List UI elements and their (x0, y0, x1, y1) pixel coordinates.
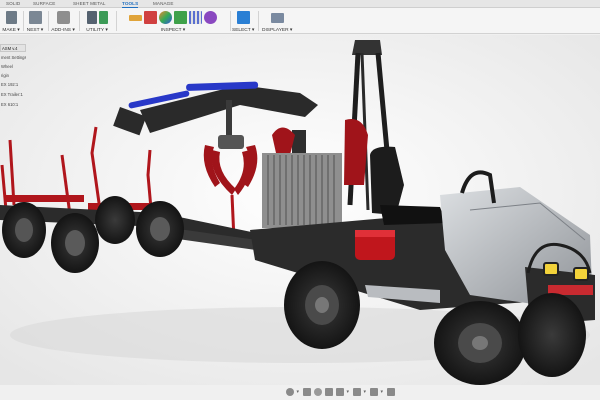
grid-snap-icon[interactable] (369, 387, 378, 396)
tab-tools[interactable]: TOOLS (122, 0, 139, 8)
forestry-tractor-model[interactable] (0, 35, 600, 385)
select-group[interactable]: SELECT ▾ (232, 9, 254, 34)
chevron-down-icon[interactable]: ▾ (381, 388, 384, 396)
ribbon-divider (230, 11, 231, 31)
tab-manage[interactable]: MANAGE (153, 0, 174, 8)
look-at-icon[interactable] (302, 387, 311, 396)
display-monitor-icon (270, 13, 284, 23)
display-settings-icon[interactable] (352, 387, 361, 396)
chevron-down-icon[interactable]: ▾ (364, 388, 367, 396)
chevron-down-icon[interactable]: ▾ (297, 388, 300, 396)
browser-root-item[interactable]: ASM v.4 (0, 44, 26, 52)
browser-item-wheel[interactable]: Wheel (0, 63, 26, 71)
ribbon-divider (48, 11, 49, 31)
ribbon-divider (116, 11, 117, 31)
curvature-comb-icon (159, 11, 172, 24)
utility-menu[interactable]: UTILITY ▾ (82, 28, 112, 33)
addins-group[interactable]: ADD-INS ▾ (50, 9, 76, 34)
add-ins-menu[interactable]: ADD-INS ▾ (50, 28, 76, 33)
chevron-down-icon[interactable]: ▾ (347, 388, 350, 396)
tab-surface[interactable]: SURFACE (33, 0, 55, 8)
ribbon-toolbar: MAKE ▾ NEST ▾ ADD-INS ▾ UTILITY ▾ INSPEC… (0, 8, 600, 34)
inspect-group[interactable]: INSPECT ▾ (118, 9, 228, 34)
browser-item-ex-trailer[interactable]: EX Trailer:1 (0, 91, 26, 99)
workspace-tab-bar: SOLID SURFACE SHEET METAL TOOLS MANAGE (0, 0, 600, 8)
pan-hand-icon[interactable] (313, 387, 322, 396)
viewports-icon[interactable] (386, 387, 395, 396)
orbit-icon[interactable] (285, 387, 294, 396)
make-menu[interactable]: MAKE ▾ (0, 28, 22, 33)
browser-item-ex-192[interactable]: EX 192:1 (0, 81, 26, 89)
nest-menu[interactable]: NEST ▾ (24, 28, 46, 33)
3d-print-icon (5, 11, 17, 24)
navigation-bar: ▾ ▾ ▾ ▾ (280, 386, 400, 397)
nest-icon (28, 11, 42, 24)
measure-icon (129, 15, 142, 21)
fit-icon[interactable] (335, 387, 344, 396)
tab-sheet-metal[interactable]: SHEET METAL (73, 0, 106, 8)
inspect-menu[interactable]: INSPECT ▾ (118, 28, 228, 33)
display-menu[interactable]: DISPLAYER ▾ (262, 28, 292, 33)
browser-item-ex-610[interactable]: EX 610:1 (0, 101, 26, 109)
tab-solid[interactable]: SOLID (6, 0, 20, 8)
make-group[interactable]: MAKE ▾ (0, 9, 22, 34)
select-menu[interactable]: SELECT ▾ (232, 28, 254, 33)
browser-item-settings[interactable]: ment Settings (0, 54, 26, 62)
ribbon-divider (258, 11, 259, 31)
utility-group[interactable]: UTILITY ▾ (82, 9, 112, 34)
draft-analysis-icon (189, 11, 202, 24)
nest-group[interactable]: NEST ▾ (24, 9, 46, 34)
browser-item-origin[interactable]: rigin (0, 72, 26, 80)
display-group[interactable]: DISPLAYER ▾ (262, 9, 292, 34)
utility-icon (86, 11, 97, 24)
add-ins-gear-icon (56, 11, 70, 24)
select-cursor-icon (236, 11, 250, 24)
utility-check-icon (98, 11, 108, 24)
accessibility-analysis-icon (204, 11, 217, 24)
ribbon-divider (79, 11, 80, 31)
interference-icon (144, 11, 157, 24)
design-viewport[interactable] (0, 35, 600, 385)
zebra-analysis-icon (174, 11, 187, 24)
browser-panel[interactable]: ASM v.4 ment Settings Wheel rigin EX 192… (0, 35, 26, 115)
zoom-icon[interactable] (324, 387, 333, 396)
